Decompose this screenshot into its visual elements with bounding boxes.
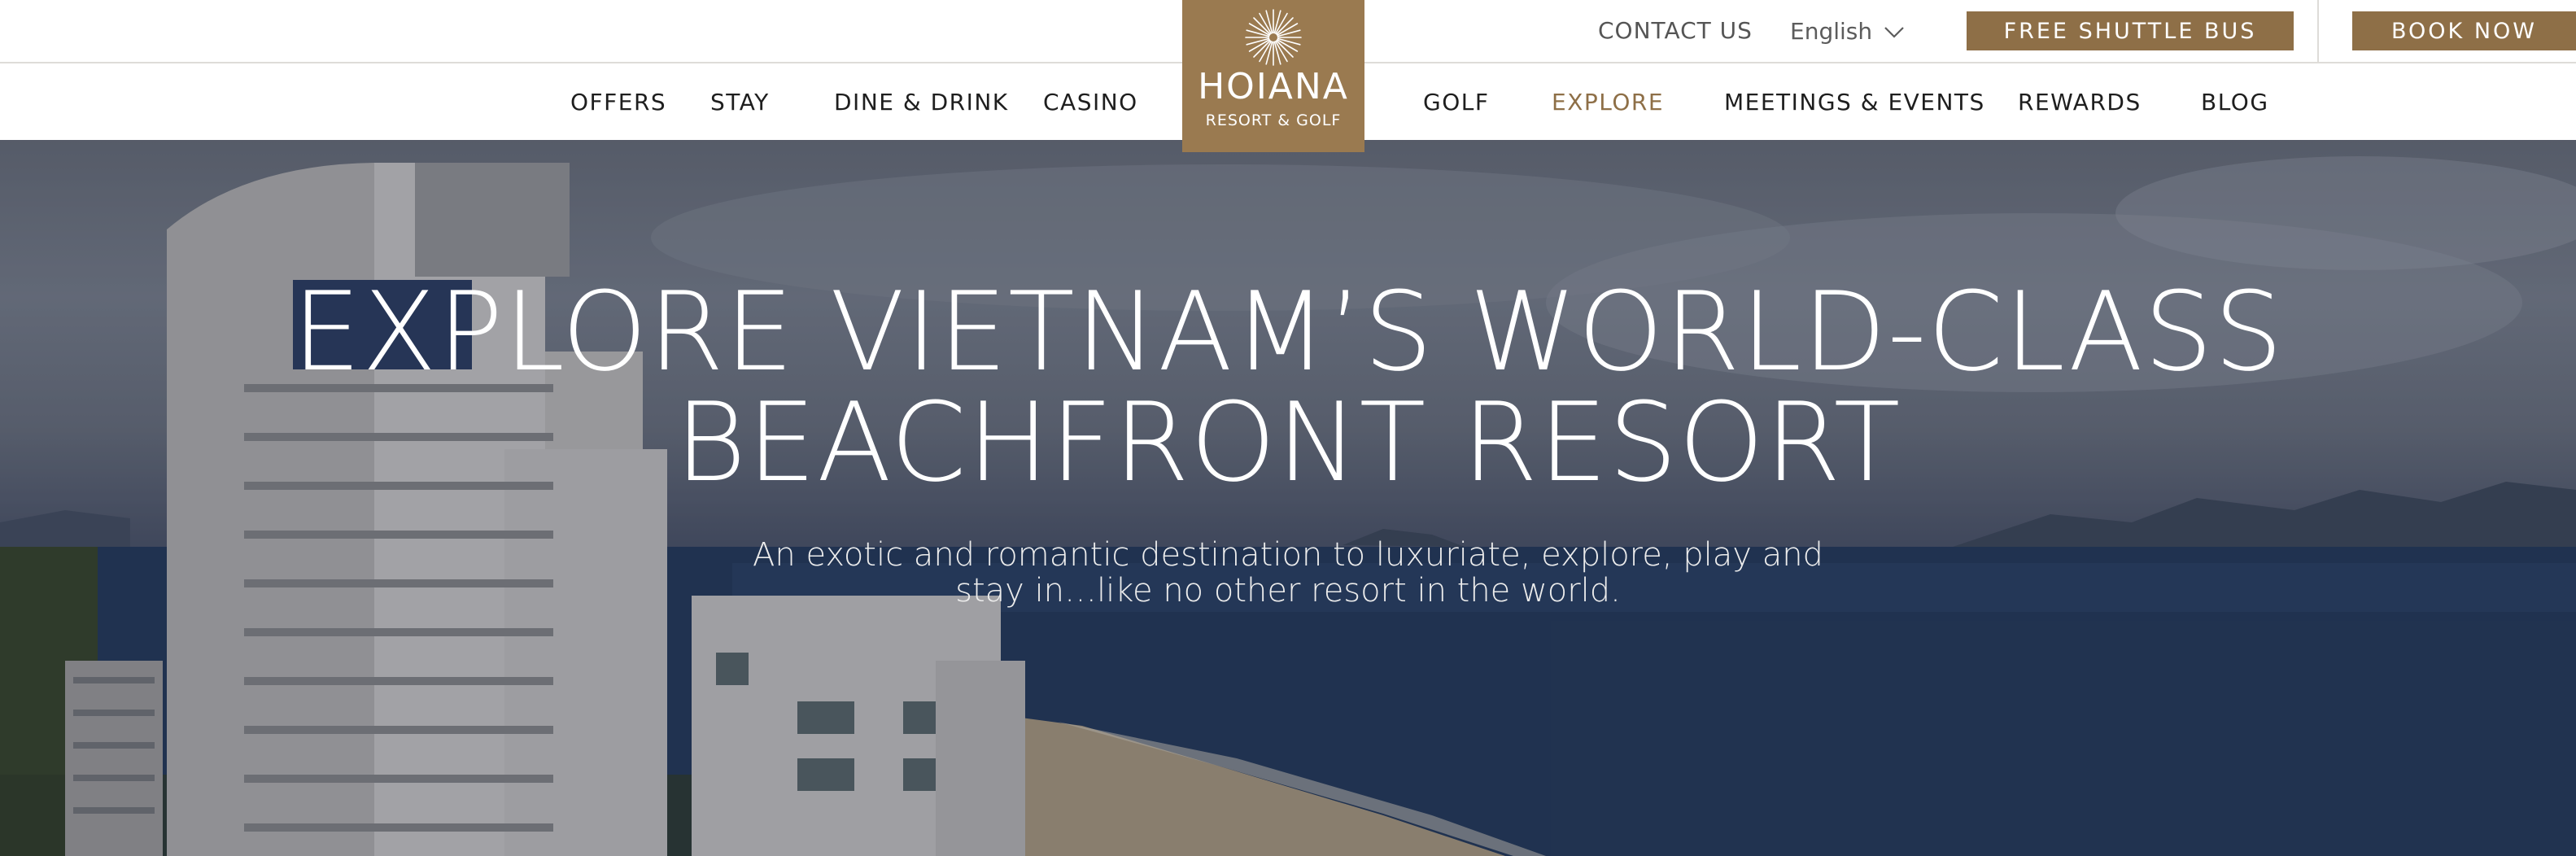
header-divider <box>2317 0 2319 63</box>
chevron-down-icon <box>1884 18 1905 45</box>
language-selector[interactable]: English <box>1790 16 1905 46</box>
hero-heading-line-1: EXPLORE VIETNAM’S WORLD-CLASS <box>292 269 2284 395</box>
hero-subheading-line-2: stay in…like no other resort in the worl… <box>955 572 1621 609</box>
free-shuttle-bus-button[interactable]: FREE SHUTTLE BUS <box>1967 11 2294 50</box>
nav-item-offers[interactable]: OFFERS <box>570 86 666 119</box>
hero-banner: EXPLORE VIETNAM’S WORLD-CLASS BEACHFRONT… <box>0 140 2576 856</box>
nav-item-stay[interactable]: STAY <box>710 86 770 119</box>
nav-item-dine-drink[interactable]: DINE & DRINK <box>834 86 1009 119</box>
nav-item-blog[interactable]: BLOG <box>2201 86 2269 119</box>
hero-heading-line-2: BEACHFRONT RESORT <box>675 379 1901 506</box>
logo-tagline: RESORT & GOLF <box>1205 111 1342 129</box>
book-now-button[interactable]: BOOK NOW <box>2352 11 2576 50</box>
nav-item-explore[interactable]: EXPLORE <box>1552 86 1664 119</box>
logo-wordmark: HOIANA <box>1198 66 1349 107</box>
hero-subheading-line-1: An exotic and romantic destination to lu… <box>753 536 1823 574</box>
hero-subheading: An exotic and romantic destination to lu… <box>651 537 1925 609</box>
nav-item-casino[interactable]: CASINO <box>1043 86 1138 119</box>
language-label: English <box>1790 17 1873 45</box>
nav-item-meetings-events[interactable]: MEETINGS & EVENTS <box>1724 86 1985 119</box>
site-logo[interactable]: HOIANA RESORT & GOLF <box>1182 0 1364 152</box>
page: CONTACT US English FREE SHUTTLE BUS BOOK… <box>0 0 2576 856</box>
nav-item-rewards[interactable]: REWARDS <box>2018 86 2142 119</box>
hero-heading: EXPLORE VIETNAM’S WORLD-CLASS BEACHFRONT… <box>149 277 2427 498</box>
sunburst-icon <box>1245 9 1302 66</box>
nav-item-golf[interactable]: GOLF <box>1423 86 1489 119</box>
contact-us-link[interactable]: CONTACT US <box>1598 16 1753 46</box>
